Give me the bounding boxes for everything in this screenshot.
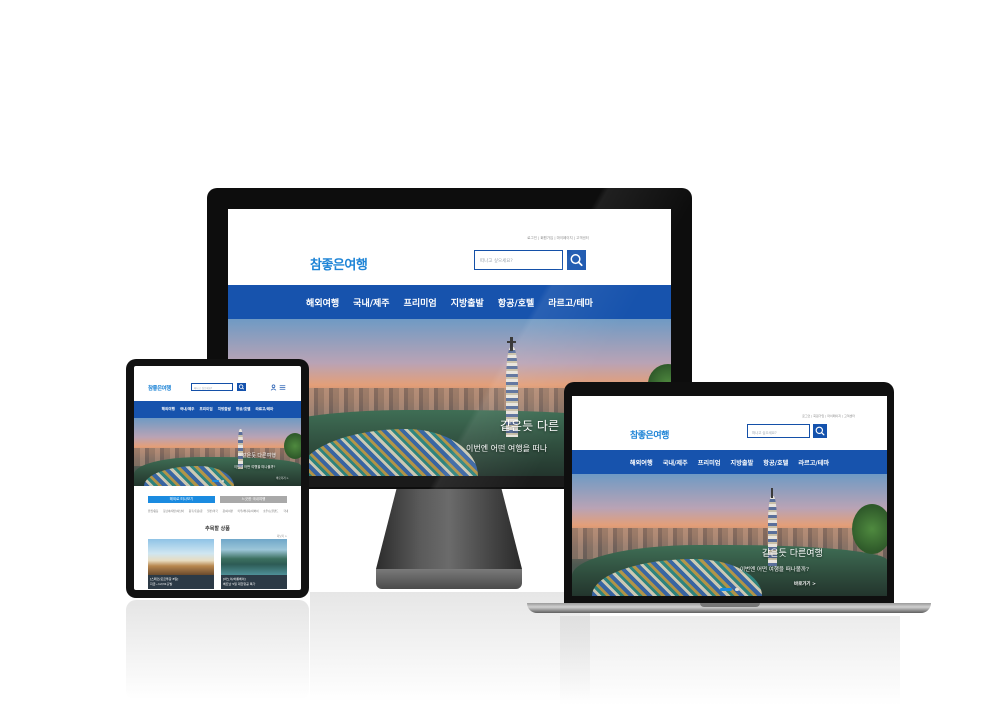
nav-item-premium[interactable]: 프리미엄 (698, 458, 721, 467)
search-icon (570, 254, 583, 267)
nav-item-regional[interactable]: 지방출발 (218, 407, 231, 412)
nav-item-flight-hotel[interactable]: 항공/호텔 (498, 296, 534, 309)
menu-icon[interactable] (279, 384, 286, 391)
site-logo[interactable]: 참좋은여행 (630, 428, 669, 441)
hero-cross (510, 337, 513, 351)
search-icon (815, 426, 825, 436)
hero-cta-link[interactable]: 바로가기 > (794, 581, 816, 587)
nav-item-regional[interactable]: 지방출발 (731, 458, 754, 467)
main-nav: 해외여행 국내/제주 프리미엄 지방출발 항공/호텔 라르고/테마 (228, 285, 671, 319)
search-icon (238, 384, 245, 390)
carousel-dots[interactable] (212, 480, 224, 482)
carousel-dot[interactable] (735, 588, 739, 591)
search-button[interactable] (237, 383, 246, 391)
laptop-opening-notch (700, 603, 760, 607)
search-button[interactable] (813, 424, 827, 438)
carousel-dots[interactable] (720, 588, 739, 591)
laptop-reflection (560, 616, 900, 706)
hero-headline: 같은듯 다른여행 (762, 549, 823, 559)
carousel-dot-active[interactable] (720, 588, 732, 591)
nav-item-overseas[interactable]: 해외여행 (630, 458, 653, 467)
hero-headline: 같은듯 다른 (500, 419, 560, 433)
site-logo[interactable]: 참좋은여행 (148, 384, 171, 392)
quick-link[interactable]: 일본/미국 (207, 509, 217, 513)
nav-item-regional[interactable]: 지방출발 (451, 296, 484, 309)
nav-item-domestic[interactable]: 국내/제주 (180, 407, 195, 412)
main-nav: 해외여행 국내/제주 프리미엄 지방출발 항공/호텔 라르고/테마 (134, 401, 301, 418)
quick-link[interactable]: 괌/사이판 (222, 509, 232, 513)
section-title: 추목할 상품 (205, 526, 230, 532)
hero-cross-bar (507, 341, 516, 343)
search-input[interactable]: 떠나고 싶으세요? (191, 383, 233, 391)
search-button[interactable] (567, 250, 586, 270)
nav-item-flight-hotel[interactable]: 항공/호텔 (763, 458, 788, 467)
nav-item-premium[interactable]: 프리미엄 (199, 407, 212, 412)
hero-headline: 같은듯 다른여행 (242, 453, 276, 459)
search-input[interactable]: 떠나고 싶으세요? (474, 250, 563, 270)
utility-links[interactable]: 로그인 | 회원가입 | 마이페이지 | 고객센터 (527, 236, 589, 241)
nav-item-overseas[interactable]: 해외여행 (162, 407, 175, 412)
product-image (221, 539, 287, 575)
domestic-cta-button[interactable]: 느긋한 국내여행 (220, 496, 287, 503)
product-card[interactable]: [스페인/포르투갈 8일] 지금~12/31출발 (148, 539, 214, 589)
tablet-reflection (126, 600, 309, 700)
hero-cross (771, 488, 773, 498)
search-input[interactable]: 떠나고 싶으세요? (747, 424, 810, 438)
quick-link[interactable]: 동남아/대만/서남아 (163, 509, 184, 513)
utility-links[interactable]: 로그인 | 회원가입 | 마이페이지 | 고객센터 (802, 414, 855, 418)
carousel-dot-active[interactable] (212, 480, 219, 482)
nav-item-largo-theme[interactable]: 라르고/테마 (255, 407, 273, 412)
hero-subline: 이번엔 어떤 여행을 떠나볼까? (234, 465, 276, 469)
quick-link[interactable]: 유럽/중동 (148, 509, 158, 513)
overseas-cta-button[interactable]: 해외로 떠나보기 (148, 496, 215, 503)
product-caption: [하노이/하롱베이] 베트남 5일 대한항공 특가 (221, 575, 287, 589)
product-image (148, 539, 214, 575)
carousel-dot[interactable] (222, 480, 224, 482)
monitor-stand-base (376, 569, 522, 589)
main-nav: 해외여행 국내/제주 프리미엄 지방출발 항공/호텔 라르고/테마 (572, 450, 887, 474)
tablet-screen: 참좋은여행 떠나고 싶으세요? 해외여행 국내/제주 프리미엄 지방출발 항공/… (134, 366, 301, 590)
nav-item-domestic[interactable]: 국내/제주 (353, 296, 389, 309)
quick-link[interactable]: 국내 (283, 509, 288, 513)
hero-banner: 같은듯 다른여행 이번엔 어떤 여행을 떠나볼까? 바로가기 > (134, 418, 301, 486)
product-card[interactable]: [하노이/하롱베이] 베트남 5일 대한항공 특가 (221, 539, 287, 589)
nav-item-domestic[interactable]: 국내/제주 (663, 458, 688, 467)
more-link[interactable]: 더보기 > (277, 534, 287, 538)
product-caption: [스페인/포르투갈 8일] 지금~12/31출발 (148, 575, 214, 589)
quick-link[interactable]: 호주/뉴질랜드 (263, 509, 278, 513)
nav-item-overseas[interactable]: 해외여행 (306, 296, 339, 309)
hero-subline: 이번엔 어떤 여행을 떠나 (466, 444, 548, 453)
nav-item-largo-theme[interactable]: 라르고/테마 (548, 296, 593, 309)
nav-item-largo-theme[interactable]: 라르고/테마 (798, 458, 829, 467)
nav-item-flight-hotel[interactable]: 항공/호텔 (236, 407, 251, 412)
hero-banner: 같은듯 다른여행 이번엔 어떤 여행을 떠나볼까? 바로가기 > (572, 474, 887, 596)
hero-tree (852, 504, 887, 554)
quick-links: 유럽/중동 동남아/대만/서남아 중국/홍콩/괌 일본/미국 괌/사이판 미주/… (148, 509, 288, 513)
hero-cta-link[interactable]: 바로가기 > (276, 476, 289, 480)
nav-item-premium[interactable]: 프리미엄 (404, 296, 437, 309)
quick-link[interactable]: 중국/홍콩/괌 (189, 509, 203, 513)
hero-tree (284, 433, 301, 459)
user-icon[interactable] (270, 384, 277, 391)
monitor-stand-neck (376, 489, 522, 569)
site-logo[interactable]: 참좋은여행 (310, 254, 368, 273)
quick-link[interactable]: 미주/캐나다/하와이 (238, 509, 259, 513)
laptop-screen: 로그인 | 회원가입 | 마이페이지 | 고객센터 참좋은여행 떠나고 싶으세요… (572, 396, 887, 596)
hero-tower (238, 429, 243, 469)
hero-subline: 이번엔 어떤 여행을 떠나볼까? (740, 567, 809, 573)
